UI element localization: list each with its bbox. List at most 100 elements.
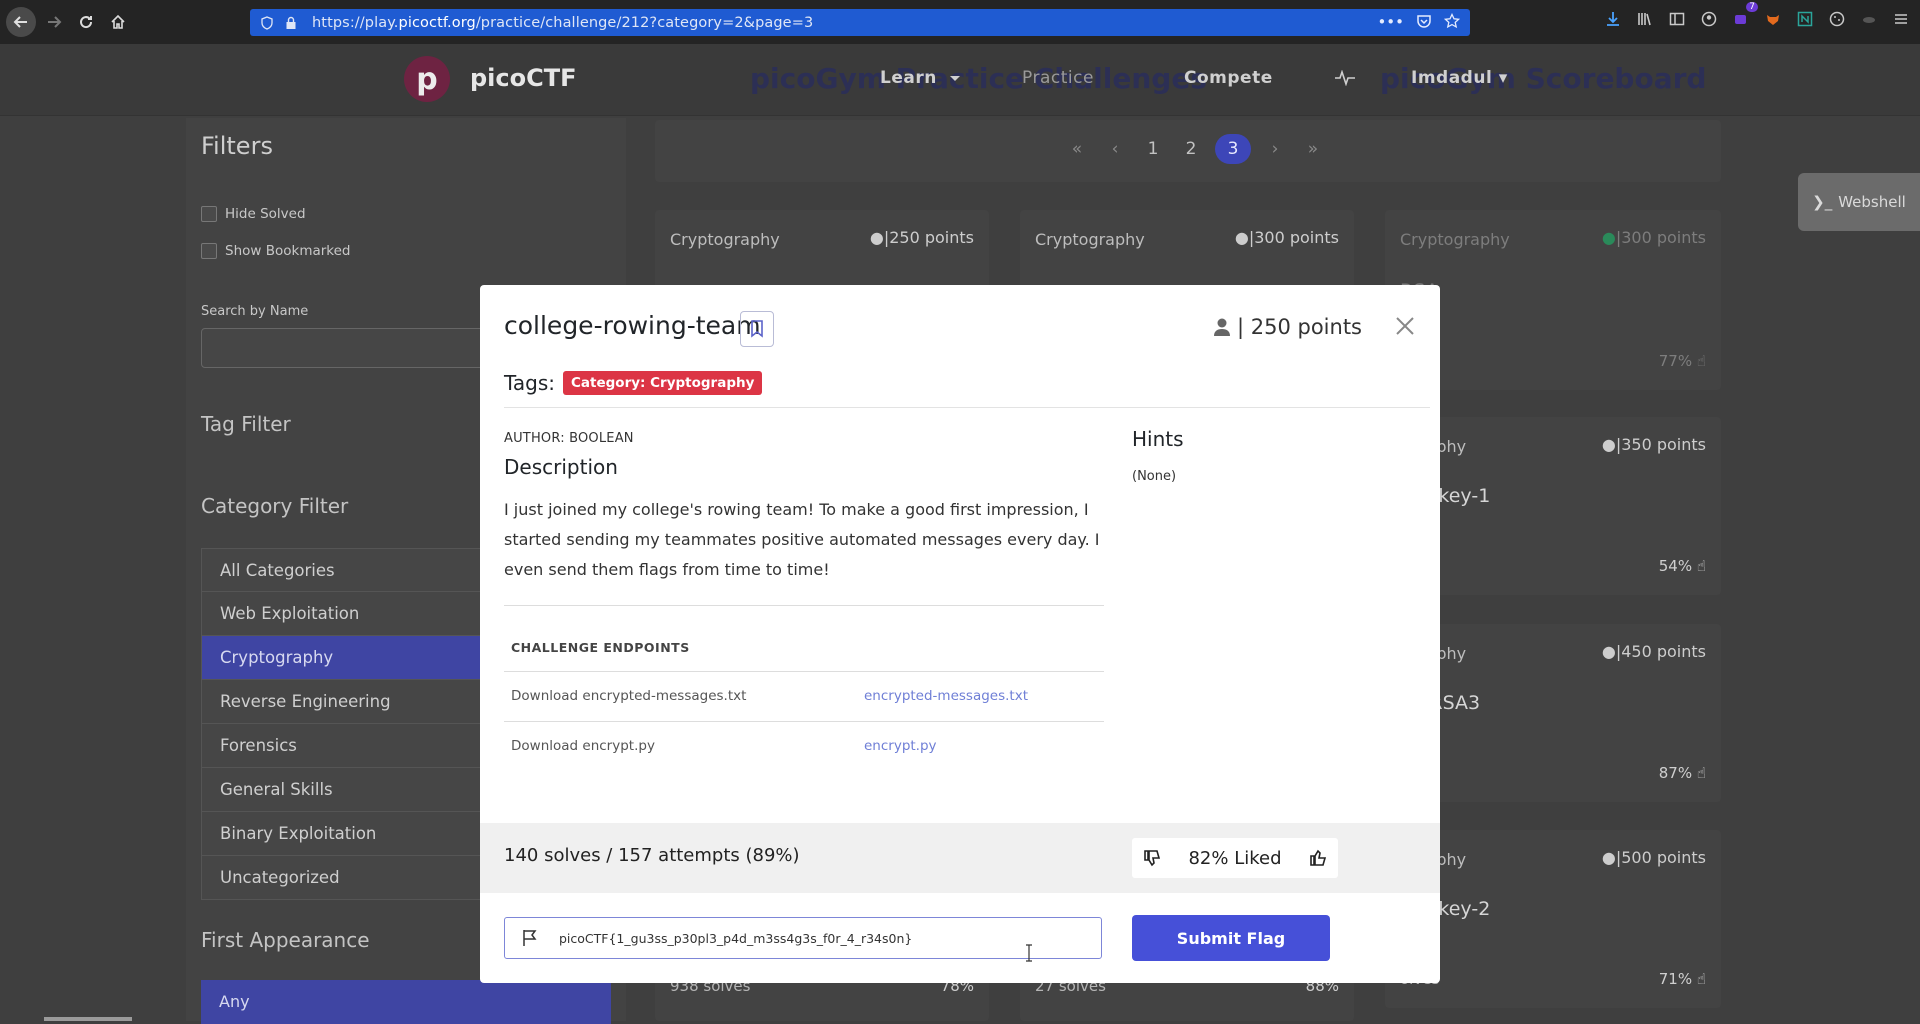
- card-points: ●|250 points: [869, 228, 974, 247]
- forward-button[interactable]: [40, 8, 68, 36]
- address-bar[interactable]: https://play.picoctf.org/practice/challe…: [250, 9, 1470, 36]
- download-icon[interactable]: [1604, 10, 1622, 28]
- thumbs-up-icon: ☝: [1696, 557, 1706, 575]
- user-icon: ●: [1601, 848, 1616, 867]
- nav-compete[interactable]: Compete: [1184, 68, 1273, 88]
- page-2[interactable]: 2: [1177, 139, 1205, 159]
- hide-solved-checkbox-row[interactable]: Hide Solved: [201, 206, 306, 222]
- shield-icon[interactable]: [260, 15, 274, 30]
- menu-icon[interactable]: [1892, 10, 1910, 28]
- like-box: 82% Liked: [1132, 838, 1338, 878]
- page-last[interactable]: »: [1299, 139, 1327, 159]
- endpoint-row: Download encrypted-messages.txt encrypte…: [504, 671, 1104, 721]
- close-icon[interactable]: [1394, 315, 1416, 337]
- brand-name[interactable]: picoCTF: [470, 64, 577, 92]
- url-text: https://play.picoctf.org/practice/challe…: [312, 15, 813, 31]
- user-icon: ●: [1601, 642, 1616, 661]
- flag-input-wrapper[interactable]: [504, 917, 1102, 959]
- library-icon[interactable]: [1636, 10, 1654, 28]
- nav-practice[interactable]: Practice: [1022, 68, 1094, 88]
- category-tag-badge[interactable]: Category: Cryptography: [563, 371, 763, 395]
- webshell-button[interactable]: ❯_ Webshell: [1798, 173, 1920, 231]
- browser-toolbar-icons: 7: [1604, 2, 1910, 28]
- hide-solved-label: Hide Solved: [225, 206, 306, 222]
- page-current[interactable]: 3: [1215, 134, 1251, 164]
- endpoint-label: Download encrypt.py: [511, 738, 655, 754]
- card-points: ●|300 points: [1234, 228, 1339, 247]
- fox-extension-icon[interactable]: [1764, 10, 1782, 28]
- show-bookmarked-label: Show Bookmarked: [225, 243, 351, 259]
- description-title: Description: [504, 455, 618, 479]
- home-icon: [111, 14, 125, 29]
- page-next[interactable]: ›: [1261, 139, 1289, 159]
- divider: [504, 605, 1104, 606]
- liked-percent: 82% Liked: [1188, 847, 1282, 869]
- cookie-icon[interactable]: [1828, 10, 1846, 28]
- browser-toolbar: https://play.picoctf.org/practice/challe…: [0, 0, 1920, 44]
- home-button[interactable]: [104, 8, 132, 36]
- endpoint-link[interactable]: encrypt.py: [864, 738, 937, 754]
- user-icon: [1213, 318, 1230, 336]
- card-liked: 77% ☝: [1658, 352, 1706, 370]
- show-bookmarked-checkbox-row[interactable]: Show Bookmarked: [201, 243, 351, 259]
- hide-solved-checkbox[interactable]: [201, 206, 217, 222]
- back-button[interactable]: [6, 7, 36, 37]
- star-icon[interactable]: [1444, 13, 1460, 29]
- first-appearance-any[interactable]: Any: [201, 980, 611, 1024]
- page-actions-button[interactable]: •••: [1377, 13, 1404, 31]
- card-liked: 54% ☝: [1658, 557, 1706, 575]
- tags-label: Tags:: [504, 371, 556, 395]
- user-check-icon: ●: [1601, 228, 1616, 247]
- card-category: Cryptography: [1035, 230, 1145, 249]
- user-icon: ●: [1601, 435, 1616, 454]
- endpoints-table: Download encrypted-messages.txt encrypte…: [504, 671, 1104, 771]
- category-filter-title: Category Filter: [201, 494, 349, 518]
- card-category: Cryptography: [1400, 230, 1510, 249]
- reload-button[interactable]: [72, 8, 100, 36]
- nav-learn[interactable]: Learn: [880, 68, 937, 88]
- nav-user-menu[interactable]: Imdadul ▾: [1411, 68, 1508, 88]
- search-input[interactable]: [201, 328, 501, 368]
- points-value: | 250 points: [1236, 315, 1362, 339]
- thumbs-up-icon: ☝: [1696, 764, 1706, 782]
- horizontal-scrollbar[interactable]: [44, 1017, 132, 1021]
- caret-down-icon: [950, 76, 960, 81]
- card-points: ●|350 points: [1601, 435, 1706, 454]
- picoctf-logo-icon[interactable]: p: [404, 56, 450, 102]
- endpoint-link[interactable]: encrypted-messages.txt: [864, 688, 1028, 704]
- n-extension-icon[interactable]: [1796, 10, 1814, 28]
- challenge-points: | 250 points: [1213, 315, 1362, 339]
- user-icon: ●: [869, 228, 884, 247]
- account-icon[interactable]: [1700, 10, 1718, 28]
- page-first[interactable]: «: [1063, 139, 1091, 159]
- extension-puzzle-icon[interactable]: 7: [1732, 2, 1758, 28]
- flag-input[interactable]: [557, 929, 1077, 947]
- submit-flag-button[interactable]: Submit Flag: [1132, 915, 1330, 961]
- pagination: « ‹ 1 2 3 › »: [1063, 134, 1327, 164]
- flag-icon: [523, 930, 537, 946]
- show-bookmarked-checkbox[interactable]: [201, 243, 217, 259]
- thumbs-down-icon[interactable]: [1142, 848, 1162, 868]
- divider: [504, 407, 1430, 408]
- thumbs-up-icon[interactable]: [1308, 848, 1328, 868]
- url-path: /practice/challenge/212?category=2&page=…: [475, 14, 814, 31]
- terminal-icon: ❯_: [1812, 193, 1833, 211]
- card-points: ●|450 points: [1601, 642, 1706, 661]
- page-prev[interactable]: ‹: [1101, 139, 1129, 159]
- user-icon: ●: [1234, 228, 1249, 247]
- sidebar-icon[interactable]: [1668, 10, 1686, 28]
- activity-pulse-icon[interactable]: [1334, 70, 1356, 86]
- endpoints-heading: CHALLENGE ENDPOINTS: [511, 640, 690, 655]
- card-liked: 71% ☝: [1658, 970, 1706, 988]
- hints-none: (None): [1132, 469, 1177, 484]
- filters-title: Filters: [201, 132, 273, 160]
- challenge-title: college-rowing-team: [504, 311, 761, 340]
- url-host: picoctf.org: [398, 14, 476, 31]
- bookmark-button[interactable]: [740, 311, 774, 347]
- pocket-icon[interactable]: [1416, 13, 1432, 29]
- endpoint-label: Download encrypted-messages.txt: [511, 688, 747, 704]
- extension-dark-icon[interactable]: [1860, 10, 1878, 28]
- lock-icon[interactable]: [284, 16, 298, 30]
- page-1[interactable]: 1: [1139, 139, 1167, 159]
- endpoint-row: Download encrypt.py encrypt.py: [504, 721, 1104, 771]
